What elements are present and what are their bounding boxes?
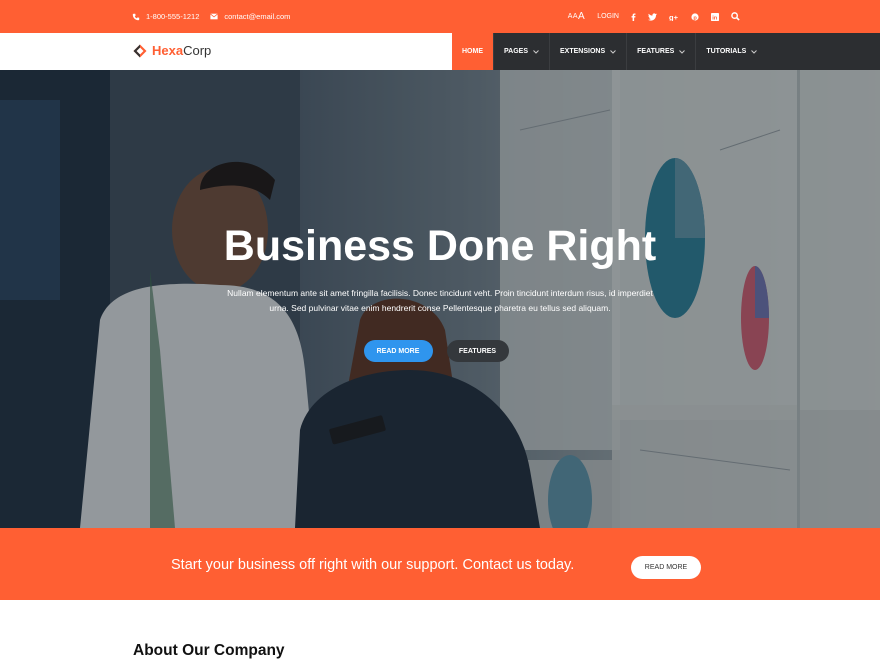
email-address: contact@email.com <box>224 12 291 21</box>
login-link[interactable]: LOGIN <box>597 13 619 20</box>
pinterest-icon[interactable]: p <box>691 12 699 21</box>
search-icon[interactable] <box>731 12 740 21</box>
nav-item-features[interactable]: FEATURES <box>627 33 697 70</box>
read-more-button[interactable]: READ MORE <box>363 340 433 362</box>
brand-name-first: Hexa <box>152 43 184 58</box>
hexacorp-logo-icon <box>133 44 147 57</box>
svg-text:g+: g+ <box>669 13 679 21</box>
main-navbar: Hexa Corp HOME PAGES EXTENSIONS FEATURES … <box>0 33 880 70</box>
cta-banner: Start your business off right with our s… <box>0 528 880 600</box>
hero-buttons: READ MORE FEATURES <box>0 340 880 362</box>
email-contact[interactable]: contact@email.com <box>210 12 290 21</box>
linkedin-icon[interactable]: in <box>711 12 719 21</box>
hero-text-line: urna. Sed pulvinar vitae enim hendrerit … <box>269 303 611 313</box>
main-menu: HOME PAGES EXTENSIONS FEATURES TUTORIALS <box>452 33 880 70</box>
nav-item-pages[interactable]: PAGES <box>494 33 550 70</box>
nav-item-extensions[interactable]: EXTENSIONS <box>550 33 628 70</box>
phone-number: 1-800-555-1212 <box>146 12 200 21</box>
cta-text: Start your business off right with our s… <box>171 557 575 573</box>
about-section-title: About Our Company <box>133 642 285 659</box>
features-button[interactable]: FEATURES <box>446 340 509 362</box>
google-plus-icon[interactable]: g+ <box>669 13 679 21</box>
svg-text:in: in <box>712 15 718 21</box>
nav-label: FEATURES <box>637 48 675 55</box>
chevron-down-icon <box>679 49 686 54</box>
hero-title: Business Done Right <box>223 222 657 270</box>
twitter-icon[interactable] <box>648 12 657 21</box>
hero-text-line: Nullam elementum ante sit amet fringilla… <box>227 288 653 298</box>
topbar-actions: AA A LOGIN g+ p in <box>556 0 740 33</box>
nav-item-tutorials[interactable]: TUTORIALS <box>696 33 767 70</box>
nav-label: PAGES <box>504 48 528 55</box>
font-size-toggle[interactable]: AA A <box>568 11 586 22</box>
hero-section: Business Done Right Nullam elementum ant… <box>0 70 880 528</box>
nav-item-home[interactable]: HOME <box>452 33 494 70</box>
cta-read-more-button[interactable]: READ MORE <box>631 556 701 579</box>
font-size-large: A <box>578 11 586 22</box>
nav-label: TUTORIALS <box>706 48 747 55</box>
contact-info: 1-800-555-1212 contact@email.com <box>132 0 301 33</box>
nav-label: HOME <box>462 48 483 55</box>
top-bar: 1-800-555-1212 contact@email.com AA A LOG… <box>0 0 880 33</box>
chevron-down-icon <box>751 49 758 54</box>
phone-contact[interactable]: 1-800-555-1212 <box>132 12 199 21</box>
brand-name-second: Corp <box>183 43 212 58</box>
chevron-down-icon <box>610 49 616 54</box>
envelope-icon <box>210 13 219 20</box>
nav-label: EXTENSIONS <box>560 48 606 55</box>
chevron-down-icon <box>533 49 539 54</box>
phone-icon <box>132 13 140 20</box>
facebook-icon[interactable] <box>631 12 636 21</box>
site-logo[interactable]: Hexa Corp <box>133 43 211 58</box>
svg-text:p: p <box>693 15 697 21</box>
font-size-small: AA <box>567 13 579 20</box>
hero-description: Nullam elementum ante sit amet fringilla… <box>190 286 690 316</box>
